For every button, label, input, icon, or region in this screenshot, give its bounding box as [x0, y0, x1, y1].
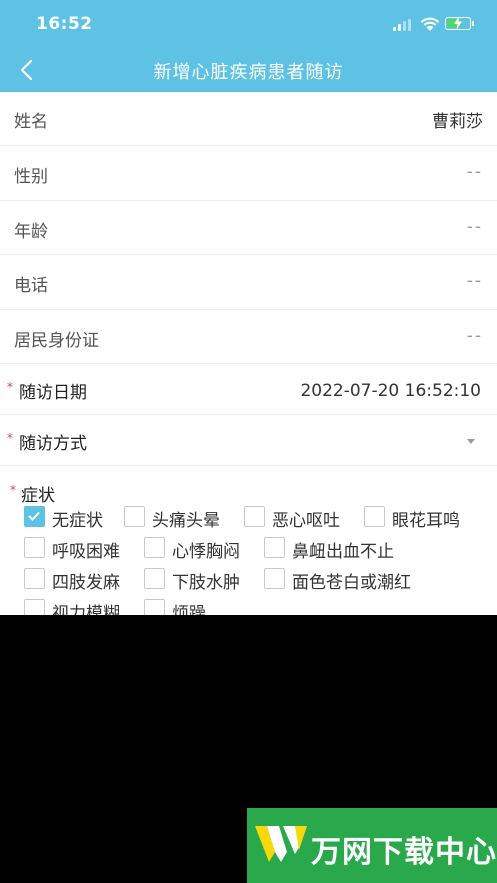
battery-icon [445, 16, 471, 30]
symptom-option-label: 心悸胸闷 [172, 542, 240, 562]
field-phone-row: 电话 -- [0, 255, 497, 310]
symptom-checkbox-nosebleed[interactable]: 鼻衄出血不止 [264, 537, 414, 562]
required-mark: * [10, 483, 16, 497]
symptom-checkbox-tinnitus[interactable]: 眼花耳鸣 [364, 506, 474, 531]
checkbox-unchecked-icon[interactable] [24, 599, 45, 615]
symptoms-label: 症状 [21, 486, 55, 506]
checkbox-unchecked-icon[interactable] [244, 506, 265, 527]
symptom-option-label: 恶心呕吐 [272, 511, 340, 531]
checkbox-unchecked-icon[interactable] [144, 537, 165, 558]
symptom-checkbox-nausea[interactable]: 恶心呕吐 [244, 506, 354, 531]
battery-tip [472, 21, 474, 26]
symptom-option-label: 下肢水肿 [172, 573, 240, 593]
checkbox-unchecked-icon[interactable] [124, 506, 145, 527]
field-value: -- [466, 162, 483, 182]
nav-bar: 新增心脏疾病患者随访 [0, 48, 497, 92]
symptom-checkbox-none[interactable]: 无症状 [24, 506, 114, 531]
checkbox-unchecked-icon[interactable] [144, 568, 165, 589]
symptom-checkbox-numbness[interactable]: 四肢发麻 [24, 568, 134, 593]
symptom-checkbox-palpitation[interactable]: 心悸胸闷 [144, 537, 254, 562]
symptom-option-label: 面色苍白或潮红 [292, 573, 411, 593]
symptom-option-label: 四肢发麻 [52, 573, 120, 593]
field-label: 居民身份证 [14, 331, 99, 351]
status-bar: 16:52 [0, 0, 497, 48]
field-value: 曹莉莎 [432, 112, 483, 132]
checkbox-checked-icon[interactable] [24, 506, 45, 527]
watermark-text: 万网下载中心 [311, 835, 497, 870]
field-name-row: 姓名 曹莉莎 [0, 92, 497, 146]
visit-method-row[interactable]: * 随访方式 [0, 415, 497, 466]
field-age-row: 年龄 -- [0, 201, 497, 255]
checkbox-unchecked-icon[interactable] [144, 599, 165, 615]
field-label: 年龄 [14, 222, 48, 242]
field-idcard-row: 居民身份证 -- [0, 310, 497, 364]
symptom-checkbox-blurred-vision[interactable]: 视力模糊 [24, 599, 134, 615]
status-time: 16:52 [36, 14, 93, 34]
app-header: 16:52 新增心脏疾病患者随访 [0, 0, 497, 92]
field-label: 性别 [14, 167, 48, 187]
symptom-option-label: 无症状 [52, 511, 103, 531]
symptom-option-label: 呼吸困难 [52, 542, 120, 562]
symptom-option-label: 鼻衄出血不止 [292, 542, 394, 562]
field-value: -- [466, 217, 483, 237]
symptom-checkbox-irritability[interactable]: 烦躁 [144, 599, 234, 615]
symptom-option-label: 视力模糊 [52, 604, 120, 615]
watermark-banner: 万网下载中心 [247, 808, 497, 883]
field-label: 电话 [14, 276, 48, 296]
checkbox-unchecked-icon[interactable] [364, 506, 385, 527]
visit-date-value[interactable]: 2022-07-20 16:52:10 [300, 381, 481, 401]
watermark-logo-icon [255, 826, 307, 862]
symptom-option-label: 头痛头晕 [152, 511, 220, 531]
visit-date-label: 随访日期 [19, 383, 87, 403]
field-gender-row: 性别 -- [0, 146, 497, 201]
wifi-icon [420, 17, 440, 31]
visit-method-label: 随访方式 [19, 434, 87, 454]
required-mark: * [7, 380, 13, 394]
symptom-checkbox-headache[interactable]: 头痛头晕 [124, 506, 234, 531]
dropdown-caret-icon[interactable] [467, 439, 475, 444]
symptom-checkbox-edema[interactable]: 下肢水肿 [144, 568, 254, 593]
field-label: 姓名 [14, 112, 48, 132]
symptom-checkbox-dyspnea[interactable]: 呼吸困难 [24, 537, 134, 562]
symptom-option-label: 眼花耳鸣 [392, 511, 460, 531]
checkbox-unchecked-icon[interactable] [24, 537, 45, 558]
field-value: -- [466, 326, 483, 346]
form-content: 姓名 曹莉莎 性别 -- 年龄 -- 电话 -- 居民身份证 -- * 随访日期… [0, 92, 497, 615]
visit-date-row[interactable]: * 随访日期 2022-07-20 16:52:10 [0, 364, 497, 415]
checkbox-unchecked-icon[interactable] [264, 568, 285, 589]
symptom-checkbox-complexion[interactable]: 面色苍白或潮红 [264, 568, 434, 593]
cellular-signal-icon [393, 19, 413, 31]
symptom-option-label: 烦躁 [172, 604, 206, 615]
checkbox-unchecked-icon[interactable] [24, 568, 45, 589]
checkbox-unchecked-icon[interactable] [264, 537, 285, 558]
page-title: 新增心脏疾病患者随访 [153, 62, 344, 83]
required-mark: * [7, 431, 13, 445]
field-value: -- [466, 271, 483, 291]
